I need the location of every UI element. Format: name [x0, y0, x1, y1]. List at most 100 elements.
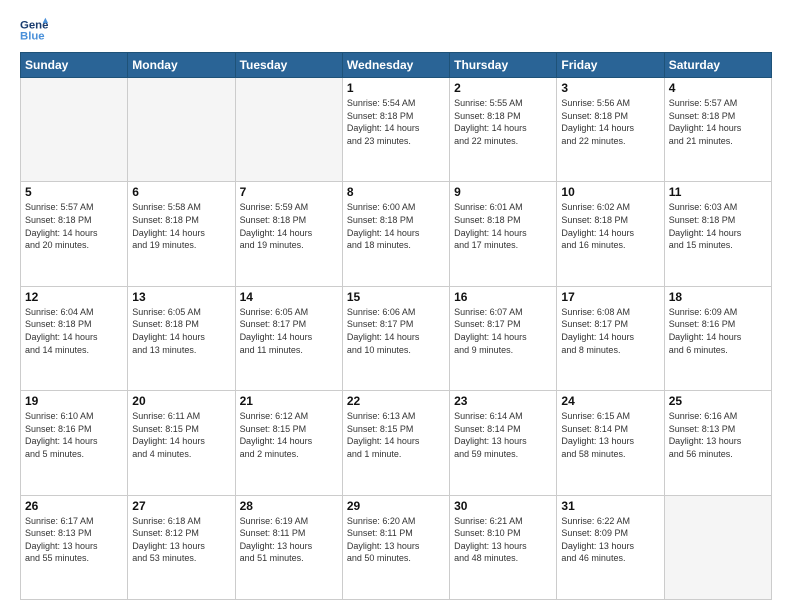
- calendar-cell: 20Sunrise: 6:11 AMSunset: 8:15 PMDayligh…: [128, 391, 235, 495]
- day-info: Sunrise: 6:04 AMSunset: 8:18 PMDaylight:…: [25, 306, 123, 356]
- day-info: Sunrise: 6:15 AMSunset: 8:14 PMDaylight:…: [561, 410, 659, 460]
- day-info: Sunrise: 6:02 AMSunset: 8:18 PMDaylight:…: [561, 201, 659, 251]
- day-info: Sunrise: 6:21 AMSunset: 8:10 PMDaylight:…: [454, 515, 552, 565]
- day-number: 1: [347, 81, 445, 95]
- day-number: 7: [240, 185, 338, 199]
- day-info: Sunrise: 6:05 AMSunset: 8:17 PMDaylight:…: [240, 306, 338, 356]
- day-info: Sunrise: 6:07 AMSunset: 8:17 PMDaylight:…: [454, 306, 552, 356]
- day-number: 23: [454, 394, 552, 408]
- calendar-cell: 8Sunrise: 6:00 AMSunset: 8:18 PMDaylight…: [342, 182, 449, 286]
- day-info: Sunrise: 6:10 AMSunset: 8:16 PMDaylight:…: [25, 410, 123, 460]
- calendar-cell: 19 Sunrise: 6:10 AMSunset: 8:16 PMDayligh…: [21, 391, 128, 495]
- calendar-cell: 24 Sunrise: 6:15 AMSunset: 8:14 PMDayligh…: [557, 391, 664, 495]
- calendar-cell: 6 Sunrise: 5:58 AMSunset: 8:18 PMDaylight…: [128, 182, 235, 286]
- day-info: Sunrise: 6:14 AMSunset: 8:14 PMDaylight:…: [454, 410, 552, 460]
- day-number: 25: [669, 394, 767, 408]
- day-number: 21: [240, 394, 338, 408]
- day-number: 24: [561, 394, 659, 408]
- day-number: 22: [347, 394, 445, 408]
- day-info: Sunrise: 5:58 AMSunset: 8:18 PMDaylight:…: [132, 201, 230, 251]
- day-number: 14: [240, 290, 338, 304]
- calendar-cell: 16 Sunrise: 6:07 AMSunset: 8:17 PMDayligh…: [450, 286, 557, 390]
- calendar-cell: [664, 495, 771, 599]
- calendar-week-0: 1 Sunrise: 5:54 AMSunset: 8:18 PMDaylight…: [21, 78, 772, 182]
- calendar-header-monday: Monday: [128, 53, 235, 78]
- calendar-cell: 5 Sunrise: 5:57 AMSunset: 8:18 PMDaylight…: [21, 182, 128, 286]
- day-number: 27: [132, 499, 230, 513]
- day-info: Sunrise: 5:56 AMSunset: 8:18 PMDaylight:…: [561, 97, 659, 147]
- day-info: Sunrise: 5:54 AMSunset: 8:18 PMDaylight:…: [347, 97, 445, 147]
- calendar-cell: 23 Sunrise: 6:14 AMSunset: 8:14 PMDayligh…: [450, 391, 557, 495]
- day-info: Sunrise: 6:08 AMSunset: 8:17 PMDaylight:…: [561, 306, 659, 356]
- day-number: 11: [669, 185, 767, 199]
- day-number: 15: [347, 290, 445, 304]
- day-number: 4: [669, 81, 767, 95]
- day-info: Sunrise: 6:09 AMSunset: 8:16 PMDaylight:…: [669, 306, 767, 356]
- day-number: 18: [669, 290, 767, 304]
- calendar-header-friday: Friday: [557, 53, 664, 78]
- day-info: Sunrise: 6:05 AMSunset: 8:18 PMDaylight:…: [132, 306, 230, 356]
- logo-icon: General Blue: [20, 16, 48, 44]
- calendar-cell: 3 Sunrise: 5:56 AMSunset: 8:18 PMDaylight…: [557, 78, 664, 182]
- day-info: Sunrise: 6:17 AMSunset: 8:13 PMDaylight:…: [25, 515, 123, 565]
- calendar-cell: 15 Sunrise: 6:06 AMSunset: 8:17 PMDayligh…: [342, 286, 449, 390]
- calendar-header-sunday: Sunday: [21, 53, 128, 78]
- calendar-cell: 18 Sunrise: 6:09 AMSunset: 8:16 PMDayligh…: [664, 286, 771, 390]
- day-info: Sunrise: 5:57 AMSunset: 8:18 PMDaylight:…: [25, 201, 123, 251]
- day-info: Sunrise: 6:22 AMSunset: 8:09 PMDaylight:…: [561, 515, 659, 565]
- calendar-cell: [235, 78, 342, 182]
- day-number: 13: [132, 290, 230, 304]
- calendar-cell: 26 Sunrise: 6:17 AMSunset: 8:13 PMDayligh…: [21, 495, 128, 599]
- day-number: 5: [25, 185, 123, 199]
- calendar-cell: 22 Sunrise: 6:13 AMSunset: 8:15 PMDayligh…: [342, 391, 449, 495]
- day-number: 19: [25, 394, 123, 408]
- calendar-cell: 2Sunrise: 5:55 AMSunset: 8:18 PMDaylight…: [450, 78, 557, 182]
- day-number: 10: [561, 185, 659, 199]
- day-info: Sunrise: 6:12 AMSunset: 8:15 PMDaylight:…: [240, 410, 338, 460]
- day-info: Sunrise: 6:06 AMSunset: 8:17 PMDaylight:…: [347, 306, 445, 356]
- day-info: Sunrise: 6:16 AMSunset: 8:13 PMDaylight:…: [669, 410, 767, 460]
- calendar-cell: 29Sunrise: 6:20 AMSunset: 8:11 PMDayligh…: [342, 495, 449, 599]
- calendar-cell: 7Sunrise: 5:59 AMSunset: 8:18 PMDaylight…: [235, 182, 342, 286]
- calendar-week-1: 5 Sunrise: 5:57 AMSunset: 8:18 PMDaylight…: [21, 182, 772, 286]
- day-info: Sunrise: 6:13 AMSunset: 8:15 PMDaylight:…: [347, 410, 445, 460]
- calendar-cell: 9 Sunrise: 6:01 AMSunset: 8:18 PMDaylight…: [450, 182, 557, 286]
- calendar-table: SundayMondayTuesdayWednesdayThursdayFrid…: [20, 52, 772, 600]
- day-number: 3: [561, 81, 659, 95]
- day-number: 9: [454, 185, 552, 199]
- calendar-header-wednesday: Wednesday: [342, 53, 449, 78]
- calendar-cell: 14 Sunrise: 6:05 AMSunset: 8:17 PMDayligh…: [235, 286, 342, 390]
- day-info: Sunrise: 6:00 AMSunset: 8:18 PMDaylight:…: [347, 201, 445, 251]
- calendar-cell: 30 Sunrise: 6:21 AMSunset: 8:10 PMDayligh…: [450, 495, 557, 599]
- day-info: Sunrise: 6:18 AMSunset: 8:12 PMDaylight:…: [132, 515, 230, 565]
- calendar-cell: 17 Sunrise: 6:08 AMSunset: 8:17 PMDayligh…: [557, 286, 664, 390]
- calendar-header-thursday: Thursday: [450, 53, 557, 78]
- calendar-cell: 4 Sunrise: 5:57 AMSunset: 8:18 PMDaylight…: [664, 78, 771, 182]
- day-number: 26: [25, 499, 123, 513]
- page-header: General Blue: [20, 16, 772, 44]
- calendar-cell: 21 Sunrise: 6:12 AMSunset: 8:15 PMDayligh…: [235, 391, 342, 495]
- svg-text:Blue: Blue: [20, 31, 45, 43]
- day-info: Sunrise: 5:57 AMSunset: 8:18 PMDaylight:…: [669, 97, 767, 147]
- logo: General Blue: [20, 16, 48, 44]
- calendar-cell: 13 Sunrise: 6:05 AMSunset: 8:18 PMDayligh…: [128, 286, 235, 390]
- day-number: 20: [132, 394, 230, 408]
- calendar-cell: [128, 78, 235, 182]
- day-info: Sunrise: 6:03 AMSunset: 8:18 PMDaylight:…: [669, 201, 767, 251]
- day-number: 30: [454, 499, 552, 513]
- calendar-header-saturday: Saturday: [664, 53, 771, 78]
- calendar-cell: 31 Sunrise: 6:22 AMSunset: 8:09 PMDayligh…: [557, 495, 664, 599]
- calendar-cell: [21, 78, 128, 182]
- calendar-week-3: 19 Sunrise: 6:10 AMSunset: 8:16 PMDayligh…: [21, 391, 772, 495]
- day-number: 16: [454, 290, 552, 304]
- day-info: Sunrise: 6:19 AMSunset: 8:11 PMDaylight:…: [240, 515, 338, 565]
- day-number: 6: [132, 185, 230, 199]
- day-number: 29: [347, 499, 445, 513]
- day-info: Sunrise: 6:01 AMSunset: 8:18 PMDaylight:…: [454, 201, 552, 251]
- calendar-cell: 1 Sunrise: 5:54 AMSunset: 8:18 PMDaylight…: [342, 78, 449, 182]
- calendar-cell: 28Sunrise: 6:19 AMSunset: 8:11 PMDayligh…: [235, 495, 342, 599]
- day-number: 17: [561, 290, 659, 304]
- calendar-header-row: SundayMondayTuesdayWednesdayThursdayFrid…: [21, 53, 772, 78]
- day-number: 31: [561, 499, 659, 513]
- calendar-header-tuesday: Tuesday: [235, 53, 342, 78]
